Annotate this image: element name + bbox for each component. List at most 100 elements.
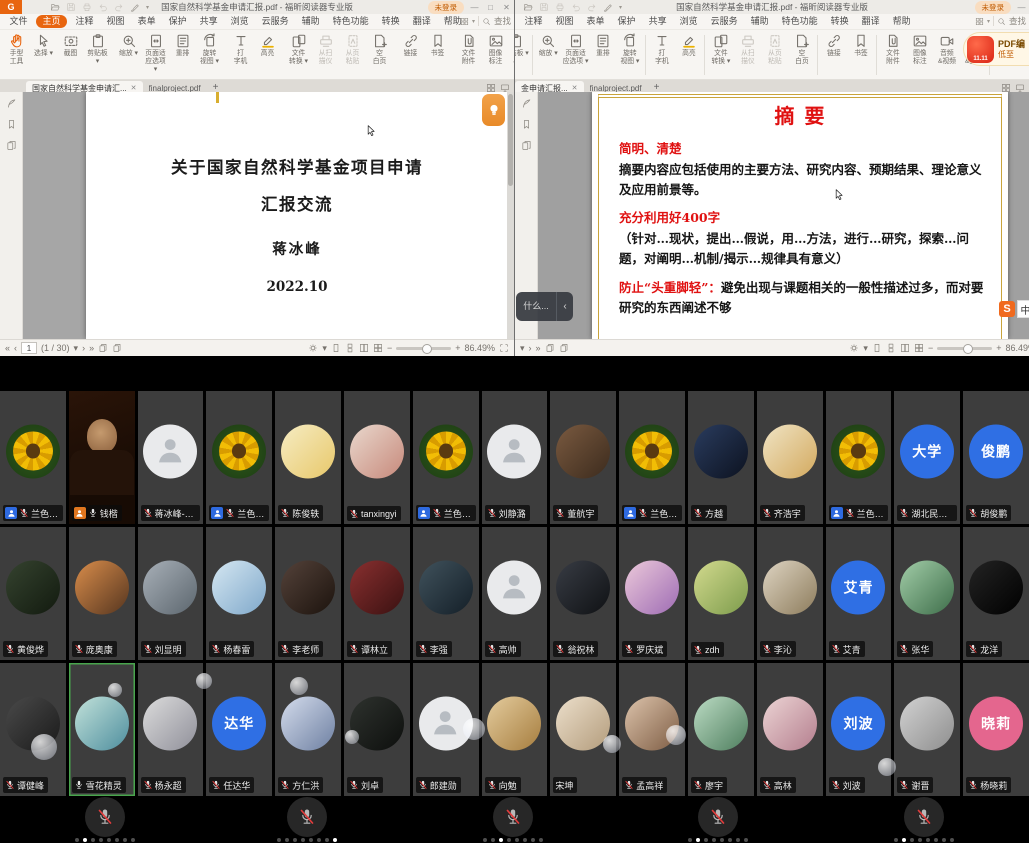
participant-tile[interactable]: 谢晋 xyxy=(894,663,960,796)
bookmark-icon[interactable] xyxy=(6,119,17,130)
menu-item-9[interactable]: 特色功能 xyxy=(775,15,824,28)
menu-item-3[interactable]: 表单 xyxy=(580,15,611,28)
share-icon[interactable] xyxy=(960,2,970,12)
brush-icon[interactable] xyxy=(603,2,613,12)
participant-tile[interactable]: 陈俊轶 xyxy=(275,391,341,524)
page-dot[interactable] xyxy=(123,838,127,842)
find-box[interactable]: ▾查找 xyxy=(460,15,511,27)
tool-link[interactable]: 链接 xyxy=(397,33,424,58)
participant-tile[interactable]: 董航宇 xyxy=(550,391,616,524)
tool-typewriter[interactable]: 打 字机 xyxy=(227,33,254,66)
participant-tile[interactable]: 刘显明 xyxy=(138,527,204,660)
page-dot[interactable] xyxy=(539,838,543,842)
menu-item-4[interactable]: 视图 xyxy=(100,15,131,28)
participant-tile[interactable]: 杨永超 xyxy=(138,663,204,796)
participant-tile[interactable]: 兰色贝壳 xyxy=(0,391,66,524)
participant-tile[interactable]: 达华任达华 xyxy=(206,663,272,796)
participant-tile[interactable]: 罗庆斌 xyxy=(619,527,685,660)
tool-image-annot[interactable]: 图像 标注 xyxy=(906,33,933,66)
participant-tile[interactable]: 向勉 xyxy=(482,663,548,796)
menu-item-12[interactable]: 帮助 xyxy=(886,15,917,28)
tool-bookmark[interactable]: 书签 xyxy=(847,33,874,58)
print-icon[interactable] xyxy=(82,2,92,12)
tool-fit-page[interactable]: 页面适 应选项 ▾ xyxy=(142,33,169,73)
participant-tile[interactable]: 兰色贝壳 xyxy=(206,391,272,524)
page-dot[interactable] xyxy=(515,838,519,842)
minimize-button[interactable]: — xyxy=(469,3,480,12)
participant-tile[interactable]: 兰色贝壳 xyxy=(619,391,685,524)
lay1-icon[interactable] xyxy=(872,343,882,353)
tool-blank-page[interactable]: 空 白页 xyxy=(366,33,393,66)
page-number-input[interactable]: 1 xyxy=(21,342,37,354)
tool-snapshot[interactable]: 截图 xyxy=(57,33,84,58)
zoom-out-button[interactable]: − xyxy=(928,343,933,353)
page-dot[interactable] xyxy=(712,838,716,842)
page-dot[interactable] xyxy=(744,838,748,842)
tool-convert[interactable]: 文件 转换 ▾ xyxy=(285,33,312,66)
page-dot[interactable] xyxy=(950,838,954,842)
close-button[interactable]: ✕ xyxy=(501,3,512,12)
copy-page-icon[interactable] xyxy=(112,343,122,353)
page-dot[interactable] xyxy=(293,838,297,842)
undo-icon[interactable] xyxy=(98,2,108,12)
menu-item-5[interactable]: 共享 xyxy=(642,15,673,28)
page-dot[interactable] xyxy=(910,838,914,842)
tool-rotate-view[interactable]: 旋转 视图 ▾ xyxy=(196,33,223,66)
redo-icon[interactable] xyxy=(587,2,597,12)
pdf-canvas[interactable]: 关于国家自然科学基金项目申请 汇报交流 蒋冰峰 2022.10 xyxy=(23,92,514,339)
promo-banner[interactable]: 11.11 PDF编 低至 xyxy=(963,32,1029,66)
last-page-button[interactable]: » xyxy=(536,343,541,353)
page-dot[interactable] xyxy=(301,838,305,842)
participant-tile[interactable]: 大学湖北民族大学 xyxy=(894,391,960,524)
participant-tile[interactable]: 宋坤 xyxy=(550,663,616,796)
menu-item-4[interactable]: 保护 xyxy=(611,15,642,28)
page-dot[interactable] xyxy=(483,838,487,842)
participant-tile[interactable]: 高林 xyxy=(757,663,823,796)
menu-item-5[interactable]: 表单 xyxy=(131,15,162,28)
menu-item-2[interactable]: 主页 xyxy=(36,15,67,28)
page-dot[interactable] xyxy=(325,838,329,842)
tab-close-icon[interactable]: ✕ xyxy=(131,84,137,92)
participant-tile[interactable]: 李沁 xyxy=(757,527,823,660)
tool-zoom[interactable]: 缩放 ▾ xyxy=(115,33,142,58)
menu-item-10[interactable]: 转换 xyxy=(824,15,855,28)
open-folder-icon[interactable] xyxy=(523,2,533,12)
copy-page-icon[interactable] xyxy=(545,343,555,353)
lay3-icon[interactable] xyxy=(900,343,910,353)
save-icon[interactable] xyxy=(539,2,549,12)
chevron-down-icon[interactable]: ▾ xyxy=(987,18,990,25)
mic-muted-button[interactable] xyxy=(493,797,533,837)
menu-item-1[interactable]: 文件 xyxy=(3,15,34,28)
page-dot[interactable] xyxy=(942,838,946,842)
page-dot[interactable] xyxy=(507,838,511,842)
page-dot[interactable] xyxy=(491,838,495,842)
bookmark-icon[interactable] xyxy=(521,119,532,130)
login-button[interactable]: 未登录 xyxy=(428,1,465,14)
copy-page-icon[interactable] xyxy=(98,343,108,353)
menu-item-13[interactable]: 翻译 xyxy=(406,15,437,28)
participant-tile[interactable]: 郎建勋 xyxy=(413,663,479,796)
tool-bookmark[interactable]: 书签 xyxy=(424,33,451,58)
lay4-icon[interactable] xyxy=(373,343,383,353)
menu-item-3[interactable]: 注释 xyxy=(69,15,100,28)
tool-attachment[interactable]: 文件 附件 xyxy=(879,33,906,66)
menu-item-11[interactable]: 翻译 xyxy=(855,15,886,28)
tool-convert[interactable]: 文件 转换 ▾ xyxy=(707,33,734,66)
floating-input-pill[interactable]: 什么... ‹ xyxy=(516,292,573,321)
redo-icon[interactable] xyxy=(114,2,124,12)
tool-zoom[interactable]: 缩放 ▾ xyxy=(535,33,562,58)
lay3-icon[interactable] xyxy=(359,343,369,353)
mic-muted-button[interactable] xyxy=(698,797,738,837)
minimize-button[interactable]: — xyxy=(1016,3,1027,12)
grid-view-icon[interactable] xyxy=(975,17,984,26)
participant-tile[interactable]: 兰色贝壳 xyxy=(413,391,479,524)
tool-image-annot[interactable]: 图像 标注 xyxy=(482,33,509,66)
chevron-down-icon[interactable]: ▾ xyxy=(520,343,525,354)
gear-icon[interactable] xyxy=(849,343,859,353)
copy-page-icon[interactable] xyxy=(559,343,569,353)
tool-clipboard[interactable]: 剪贴板 ▾ xyxy=(515,33,530,58)
participant-tile[interactable]: 俊鹏胡俊鹏 xyxy=(963,391,1029,524)
tool-fit-page[interactable]: 页面适 应选项 ▾ xyxy=(562,33,590,66)
menu-item-9[interactable]: 云服务 xyxy=(255,15,295,28)
lay2-icon[interactable] xyxy=(345,343,355,353)
